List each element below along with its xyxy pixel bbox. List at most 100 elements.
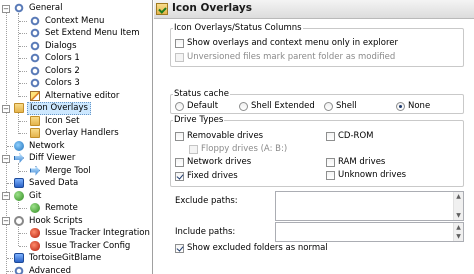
radio-label: None [408,101,431,111]
scroll-up-icon[interactable]: ▲ [454,192,463,201]
gear-icon [14,265,24,274]
include-paths-scrollbar[interactable]: ▲ ▼ [453,223,463,241]
radio-label: Default [187,101,219,111]
tree-item-label: Icon Overlays [27,102,91,115]
radio-dot[interactable] [239,102,248,111]
tree-item-label: Git [29,190,42,201]
checkbox-box[interactable] [175,158,184,167]
tree-item-label: Diff Viewer [29,153,76,163]
tree-connector [19,95,27,97]
checkbox-box[interactable] [175,244,184,253]
tree-item-label: Icon Set [45,115,80,126]
tree-item-icon-overlays[interactable]: − Icon Overlays [0,102,152,115]
checkbox-label: CD-ROM [338,131,374,141]
include-paths-textarea[interactable]: ▲ ▼ [275,222,464,242]
gear-icon [30,65,40,76]
tree-item-issue-tracker-config[interactable]: Issue Tracker Config [0,240,152,253]
bug-icon [30,240,40,251]
checkbox-label: Unknown drives [338,170,407,180]
tree-connector [7,183,13,184]
tree-item-context-menu[interactable]: Context Menu [0,15,152,28]
tree-item-alternative-editor[interactable]: Alternative editor [0,90,152,103]
tree-connector [7,258,13,259]
tree-item-remote[interactable]: Remote [0,202,152,215]
tree-connector [19,233,27,234]
tree-connector [19,170,27,172]
tree-item-label: Colors 1 [45,53,80,63]
tree-item-label: General [29,3,63,13]
tree-connector [19,45,27,47]
network-icon [14,140,24,151]
arrow-icon [14,153,24,163]
tree-item-advanced[interactable]: Advanced [0,265,152,274]
checkbox-box[interactable] [175,39,184,48]
checkbox-box[interactable] [189,145,198,154]
tree-item-overlay-handlers[interactable]: Overlay Handlers [0,127,152,140]
checkbox-box[interactable] [326,132,335,141]
checkbox-label: Fixed drives [187,171,238,181]
tree-item-merge-tool[interactable]: Merge Tool [0,165,152,178]
tree-item-git[interactable]: − Git [0,190,152,203]
tree-item-issue-tracker-integration[interactable]: Issue Tracker Integration [0,227,152,240]
tree-connector [19,133,27,134]
scroll-down-icon[interactable]: ▼ [454,211,463,220]
checkbox-box[interactable] [175,132,184,141]
tree-item-diff-viewer[interactable]: − Diff Viewer [0,152,152,165]
scroll-down-icon[interactable]: ▼ [454,232,463,241]
tree-item-colors-2[interactable]: Colors 2 [0,65,152,78]
blame-icon [14,253,24,263]
tree-item-hook-scripts[interactable]: − Hook Scripts [0,215,152,228]
gear-icon [30,53,40,63]
exclude-paths-textarea[interactable]: ▲ ▼ [275,191,464,221]
radio-dot[interactable] [324,102,333,111]
tree-connector [19,20,27,22]
collapse-toggle[interactable]: − [2,4,10,13]
checkbox-box[interactable] [326,171,335,180]
tree-item-set-extend-menu-item[interactable]: Set Extend Menu Item [0,27,152,40]
group-legend: Icon Overlays/Status Columns [174,23,302,33]
page-header: Icon Overlays [154,0,474,19]
scroll-up-icon[interactable]: ▲ [454,223,463,232]
tree-item-label: Issue Tracker Integration [45,228,150,238]
checkbox-label: RAM drives [338,157,386,167]
exclude-paths-scrollbar[interactable]: ▲ ▼ [453,192,463,220]
checkbox-box[interactable] [175,53,184,62]
folder-icon [14,103,24,113]
tree-item-icon-set[interactable]: Icon Set [0,115,152,128]
gear-icon [30,28,40,38]
gear-icon [30,40,40,51]
checkbox-label: Show excluded folders as normal [187,243,328,253]
tree-item-label: Overlay Handlers [45,128,119,138]
tree-item-saved-data[interactable]: Saved Data [0,177,152,190]
collapse-toggle[interactable]: − [2,217,10,225]
tree-item-network[interactable]: Network [0,140,152,153]
settings-tree[interactable]: − General Context Menu Set Extend Menu I… [0,0,153,274]
exclude-paths-label: Exclude paths: [175,196,238,206]
tree-item-dialogs[interactable]: Dialogs [0,40,152,53]
page-title: Icon Overlays [172,2,253,14]
remote-icon [30,203,40,213]
folder-icon [30,128,40,138]
collapse-toggle[interactable]: − [2,192,10,200]
radio-dot[interactable] [175,102,184,111]
collapse-toggle[interactable]: − [2,154,10,163]
tree-item-label: Set Extend Menu Item [45,28,140,38]
tree-connector [7,145,13,147]
settings-page: Icon Overlays Icon Overlays/Status Colum… [154,0,474,274]
tree-item-label: Hook Scripts [29,215,83,226]
tree-item-tortoisegitblame[interactable]: TortoiseGitBlame [0,252,152,265]
tree-item-colors-3[interactable]: Colors 3 [0,77,152,90]
checkbox-box[interactable] [326,158,335,167]
tree-item-label: Merge Tool [45,165,91,176]
gear-icon [14,3,24,13]
tree-item-colors-1[interactable]: Colors 1 [0,52,152,65]
checkbox-box[interactable] [175,172,184,181]
radio-dot[interactable] [396,102,405,111]
gear-icon [30,78,40,88]
bug-icon [30,228,40,238]
git-icon [14,190,24,201]
tree-item-general[interactable]: − General [0,2,152,15]
arrow-icon [30,165,40,176]
tree-connector [19,120,27,122]
collapse-toggle[interactable]: − [2,104,10,113]
